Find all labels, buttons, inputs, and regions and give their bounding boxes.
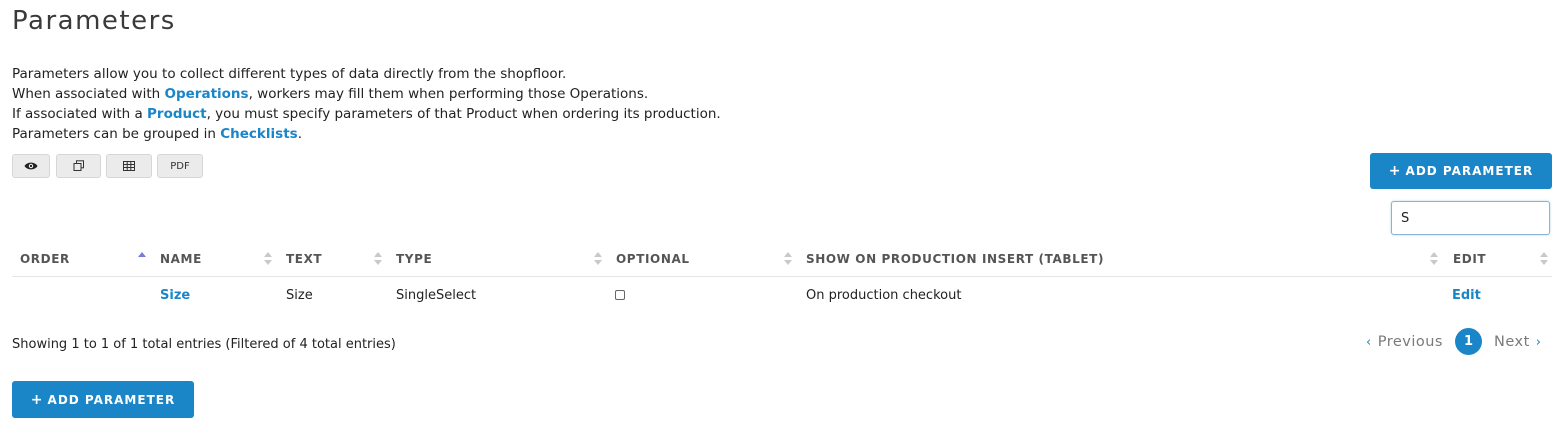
add-parameter-button-bottom[interactable]: + ADD PARAMETER bbox=[12, 381, 194, 418]
chevron-right-icon: › bbox=[1535, 334, 1542, 350]
column-header-order[interactable]: ORDER bbox=[20, 240, 70, 277]
cell-show-on-insert: On production checkout bbox=[806, 287, 962, 303]
intro-line-3-text: If associated with a bbox=[12, 106, 148, 122]
add-parameter-label: ADD PARAMETER bbox=[1405, 164, 1534, 178]
sort-icon bbox=[264, 252, 272, 266]
chevron-left-icon: ‹ bbox=[1366, 334, 1372, 350]
next-label: Next bbox=[1494, 334, 1530, 350]
intro-line-2-tail: , workers may fill them when performing … bbox=[248, 86, 649, 102]
previous-button[interactable]: ‹ Previous bbox=[1360, 328, 1443, 356]
column-header-show-on-production-insert[interactable]: SHOW ON PRODUCTION INSERT (TABLET) bbox=[806, 240, 1104, 277]
eye-icon bbox=[24, 162, 38, 170]
intro-line-1: Parameters allow you to collect differen… bbox=[12, 66, 567, 82]
intro-line-4-tail: . bbox=[297, 126, 302, 142]
intro-line-2-text: When associated with bbox=[12, 86, 165, 102]
sort-icon bbox=[594, 252, 602, 266]
table-info: Showing 1 to 1 of 1 total entries (Filte… bbox=[12, 337, 396, 352]
column-header-type[interactable]: TYPE bbox=[396, 240, 432, 277]
sort-asc-icon bbox=[138, 252, 146, 266]
plus-icon: + bbox=[30, 391, 44, 408]
column-header-text[interactable]: TEXT bbox=[286, 240, 322, 277]
export-pdf-button[interactable]: PDF bbox=[157, 154, 203, 178]
page-title: Parameters bbox=[12, 6, 176, 36]
sort-icon bbox=[1430, 252, 1438, 266]
intro-line-3-tail: , you must specify parameters of that Pr… bbox=[206, 106, 721, 122]
page-number-current[interactable]: 1 bbox=[1455, 328, 1482, 355]
cell-name-link[interactable]: Size bbox=[160, 277, 190, 313]
add-parameter-label: ADD PARAMETER bbox=[47, 392, 176, 407]
checklists-link[interactable]: Checklists bbox=[220, 126, 297, 142]
cell-optional bbox=[615, 277, 625, 313]
intro-line-2: When associated with Operations, workers… bbox=[12, 84, 721, 104]
plus-icon: + bbox=[1388, 163, 1402, 179]
sort-icon bbox=[784, 252, 792, 266]
product-link[interactable]: Product bbox=[147, 106, 207, 122]
previous-label: Previous bbox=[1377, 334, 1443, 350]
cell-type: SingleSelect bbox=[396, 287, 477, 303]
next-button[interactable]: Next › bbox=[1494, 328, 1547, 356]
intro-line-4: Parameters can be grouped in Checklists. bbox=[12, 124, 721, 144]
column-header-name[interactable]: NAME bbox=[160, 240, 202, 277]
copy-button[interactable] bbox=[56, 154, 101, 178]
table-row: Size Size SingleSelect On production che… bbox=[12, 277, 1552, 313]
intro-text: Parameters allow you to collect differen… bbox=[12, 64, 721, 144]
intro-line-4-text: Parameters can be grouped in bbox=[12, 126, 221, 142]
optional-checkbox[interactable] bbox=[615, 290, 625, 300]
intro-line-3: If associated with a Product, you must s… bbox=[12, 104, 721, 124]
add-parameter-button-top[interactable]: + ADD PARAMETER bbox=[1370, 153, 1552, 189]
sort-icon bbox=[374, 252, 382, 266]
toggle-columns-button[interactable] bbox=[12, 154, 50, 178]
operations-link[interactable]: Operations bbox=[165, 86, 249, 102]
table-icon bbox=[123, 161, 135, 171]
copy-icon bbox=[73, 160, 84, 171]
sort-icon bbox=[1540, 252, 1548, 266]
column-header-optional[interactable]: OPTIONAL bbox=[616, 240, 690, 277]
column-header-edit[interactable]: EDIT bbox=[1453, 240, 1486, 277]
search-input[interactable] bbox=[1391, 201, 1550, 235]
cell-text: Size bbox=[286, 287, 313, 303]
edit-link[interactable]: Edit bbox=[1452, 277, 1481, 313]
export-csv-button[interactable] bbox=[106, 154, 152, 178]
table-header: ORDER NAME TEXT TYPE OPTIONAL SHOW ON PR… bbox=[12, 240, 1552, 277]
